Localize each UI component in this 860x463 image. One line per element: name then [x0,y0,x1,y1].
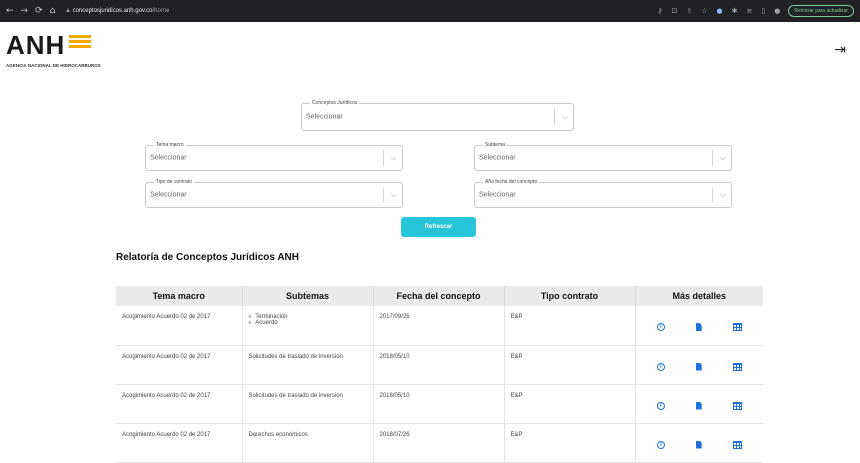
reading-list-icon[interactable]: ≡ [747,7,753,15]
reload-icon[interactable]: ⟳ [35,6,43,16]
cell-details: i [635,306,763,346]
cell-tema: Acogimiento Acuerdo 02 de 2017 [116,423,243,463]
logo-stripes [69,35,91,53]
puzzle-icon[interactable]: ✱ [732,7,738,15]
browser-toolbar: ← → ⟳ ⌂ 🔒︎ conceptosjuridicos.anh.gov.co… [0,0,860,22]
cell-subtemas: Solicitudes de traslado de inversión [242,384,374,424]
cell-fecha: 2017/09/25 [373,306,505,346]
spreadsheet-icon[interactable] [732,323,742,331]
logout-icon[interactable]: ⇥ [834,42,846,58]
lock-icon: 🔒︎ [66,7,70,14]
conceptos-value: Seleccionar [306,113,343,121]
cell-fecha: 2018/07/26 [373,423,505,463]
address-bar[interactable]: 🔒︎ conceptosjuridicos.anh.gov.co /home [66,8,169,15]
cell-tema: Acogimiento Acuerdo 02 de 2017 [116,384,243,424]
key-icon[interactable]: ⚷ [657,7,662,15]
separator [712,150,713,166]
conceptos-select[interactable]: Conceptos Jurídicos Seleccionar ⌵ [301,100,574,131]
cell-tipo: E&P [504,306,636,346]
home-icon[interactable]: ⌂ [50,6,56,16]
info-icon[interactable]: i [656,440,665,449]
cell-tema: Acogimiento Acuerdo 02 de 2017 [116,345,243,385]
table-header-row: Tema macro Subtemas Fecha del concepto T… [116,286,763,306]
cell-subtemas: Derechos económicos [242,423,374,463]
share-icon[interactable]: ⇪ [686,7,692,15]
separator [383,150,384,166]
spreadsheet-icon[interactable] [732,401,742,410]
star-icon[interactable]: ☆ [701,7,707,15]
forward-icon[interactable]: → [21,6,29,16]
anio-fecha-select[interactable]: Año fecha del concepto Seleccionar ⌵ [474,179,732,208]
spreadsheet-icon[interactable] [732,440,742,449]
cell-details: i [635,345,763,385]
cell-tipo: E&P [504,423,636,463]
anio-fecha-value: Seleccionar [479,191,516,199]
info-icon[interactable]: i [656,323,665,331]
separator [554,108,555,126]
profile-icon[interactable]: ● [774,7,780,15]
anio-fecha-label: Año fecha del concepto [483,179,540,185]
extension-icon[interactable]: ● [717,7,723,15]
back-icon[interactable]: ← [6,6,14,16]
info-icon[interactable]: i [656,362,665,371]
subtema-select[interactable]: Subtema Seleccionar ⌵ [474,142,732,171]
cell-tipo: E&P [504,384,636,424]
table-row: Acogimiento Acuerdo 02 de 2017 Solicitud… [116,384,763,424]
page-title: Relatoría de Conceptos Jurídicos ANH [116,252,299,263]
col-tema-macro[interactable]: Tema macro [116,286,243,306]
url-host: conceptosjuridicos.anh.gov.co [72,8,153,14]
cell-subtemas: Terminación Acuerdo [242,306,374,346]
chevron-down-icon[interactable]: ⌵ [391,153,397,163]
tipo-contrato-label: Tipo de contrato [154,179,194,185]
cell-subtemas: Solicitudes de traslado de inversión [242,345,374,385]
chevron-down-icon[interactable]: ⌵ [391,190,397,200]
cell-fecha: 2018/05/10 [373,384,505,424]
col-subtemas[interactable]: Subtemas [242,286,374,306]
sidepanel-icon[interactable]: ▯ [761,7,765,15]
table-row: Acogimiento Acuerdo 02 de 2017 Derechos … [116,423,763,463]
tipo-contrato-value: Seleccionar [150,191,187,199]
document-icon[interactable] [695,323,702,331]
subtema-label: Subtema [483,142,508,148]
install-icon[interactable]: ⊡ [672,7,678,15]
chevron-down-icon[interactable]: ⌵ [720,190,726,200]
tema-macro-label: Tema macro [154,142,186,148]
info-icon[interactable]: i [656,401,665,410]
document-icon[interactable] [695,401,702,410]
conceptos-label: Conceptos Jurídicos [310,100,360,106]
refresh-button[interactable]: Refrescar [401,217,476,237]
chevron-down-icon[interactable]: ⌵ [720,153,726,163]
conceptos-table: Tema macro Subtemas Fecha del concepto T… [116,286,763,463]
logo-text: ANH [6,30,66,60]
spreadsheet-icon[interactable] [732,362,742,371]
document-icon[interactable] [695,440,702,449]
url-path: /home [152,8,170,14]
anh-logo[interactable]: ANH AGENCIA NACIONAL DE HIDROCARBUROS [6,30,126,72]
col-fecha[interactable]: Fecha del concepto [373,286,505,306]
separator [712,187,713,203]
cell-details: i [635,423,763,463]
chevron-down-icon[interactable]: ⌵ [562,112,568,122]
cell-tema: Acogimiento Acuerdo 02 de 2017 [116,306,243,346]
tema-macro-value: Seleccionar [150,154,187,162]
table-row: Acogimiento Acuerdo 02 de 2017 Solicitud… [116,345,763,385]
subtema-item: Acuerdo [249,320,367,326]
cell-tipo: E&P [504,345,636,385]
cell-details: i [635,384,763,424]
tema-macro-select[interactable]: Tema macro Seleccionar ⌵ [145,142,403,171]
update-button[interactable]: Reiniciar para actualizar [788,5,854,17]
logo-tagline: AGENCIA NACIONAL DE HIDROCARBUROS [6,63,101,68]
col-mas-detalles: Más detalles [635,286,763,306]
site-header: ANH AGENCIA NACIONAL DE HIDROCARBUROS ⇥ [0,22,860,80]
document-icon[interactable] [695,362,702,371]
col-tipo-contrato[interactable]: Tipo contrato [504,286,636,306]
separator [383,187,384,203]
subtema-value: Seleccionar [479,154,516,162]
cell-fecha: 2018/05/10 [373,345,505,385]
table-row: Acogimiento Acuerdo 02 de 2017 Terminaci… [116,306,763,346]
tipo-contrato-select[interactable]: Tipo de contrato Seleccionar ⌵ [145,179,403,208]
